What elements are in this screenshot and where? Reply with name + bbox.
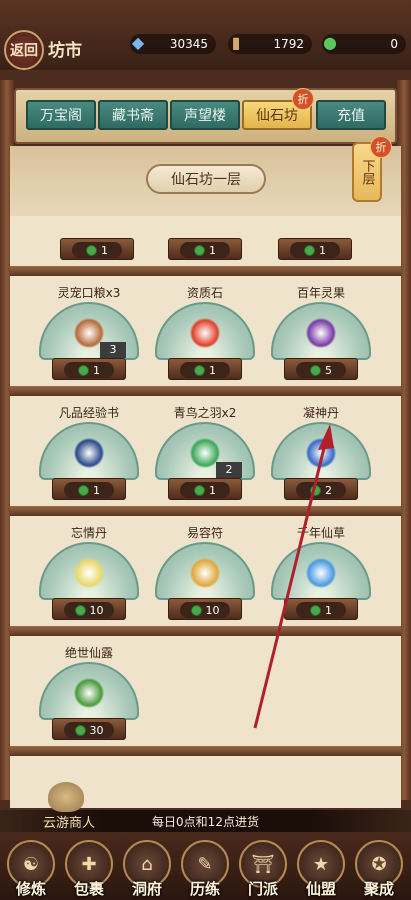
- annotation-arrow: [253, 424, 334, 729]
- arrow-line: [253, 439, 328, 729]
- arrow-head: [318, 424, 334, 450]
